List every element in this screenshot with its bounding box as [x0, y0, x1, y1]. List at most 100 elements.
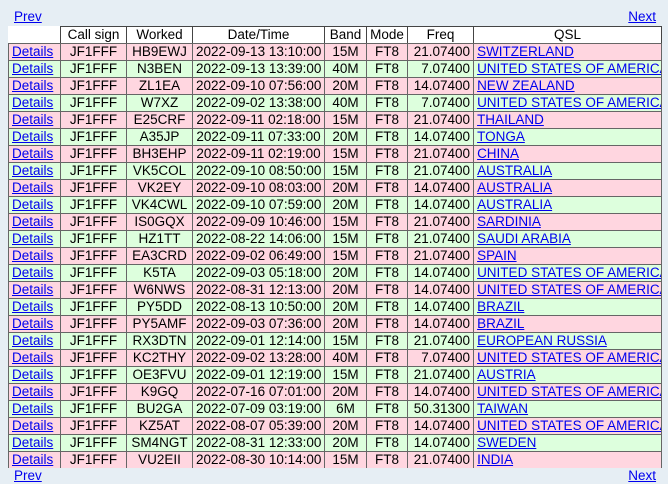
qsl-link[interactable]: EUROPEAN RUSSIA	[477, 333, 607, 348]
details-link[interactable]: Details	[12, 316, 53, 331]
cell-call-sign: JF1FFF	[60, 298, 127, 315]
qsl-link[interactable]: THAILAND	[477, 112, 544, 127]
details-link[interactable]: Details	[12, 44, 53, 59]
cell-call-sign: JF1FFF	[60, 111, 127, 128]
prev-link-bottom[interactable]: Prev	[14, 468, 42, 483]
table-row: Details JF1FFF ZL1EA 2022-09-10 07:56:00 20M…	[8, 77, 663, 94]
cell-qsl: THAILAND	[473, 111, 663, 128]
cell-band: 15M	[324, 366, 367, 383]
cell-call-sign: JF1FFF	[60, 400, 127, 417]
table-row: Details JF1FFF OE3FVU 2022-09-01 12:19:00 15…	[8, 366, 663, 383]
details-link[interactable]: Details	[12, 112, 53, 127]
qsl-link[interactable]: UNITED STATES OF AMERICA	[477, 282, 661, 297]
details-link[interactable]: Details	[12, 231, 53, 246]
header-mode: Mode	[366, 26, 408, 43]
qsl-link[interactable]: CHINA	[477, 146, 519, 161]
cell-datetime: 2022-08-31 12:13:00	[192, 281, 325, 298]
details-link[interactable]: Details	[12, 248, 53, 263]
qsl-link[interactable]: UNITED STATES OF AMERICA	[477, 384, 661, 399]
cell-worked: K9GQ	[126, 383, 193, 400]
cell-datetime: 2022-08-31 12:33:00	[192, 434, 325, 451]
details-link[interactable]: Details	[12, 435, 53, 450]
details-link[interactable]: Details	[12, 418, 53, 433]
next-link-top[interactable]: Next	[628, 9, 656, 24]
qsl-link[interactable]: AUSTRALIA	[477, 197, 552, 212]
details-link[interactable]: Details	[12, 214, 53, 229]
details-link[interactable]: Details	[12, 61, 53, 76]
details-link[interactable]: Details	[12, 452, 53, 467]
qsl-link[interactable]: SAUDI ARABIA	[477, 231, 571, 246]
cell-band: 20M	[324, 281, 367, 298]
cell-qsl: UNITED STATES OF AMERICA	[473, 264, 663, 281]
cell-worked: PY5DD	[126, 298, 193, 315]
qsl-link[interactable]: UNITED STATES OF AMERICA	[477, 95, 661, 110]
cell-mode: FT8	[366, 264, 408, 281]
details-link[interactable]: Details	[12, 129, 53, 144]
cell-details: Details	[8, 298, 60, 315]
details-link[interactable]: Details	[12, 78, 53, 93]
details-link[interactable]: Details	[12, 163, 53, 178]
cell-mode: FT8	[366, 179, 408, 196]
details-link[interactable]: Details	[12, 299, 53, 314]
qsl-link[interactable]: SWEDEN	[477, 435, 536, 450]
qsl-link[interactable]: SARDINIA	[477, 214, 541, 229]
cell-worked: VK2EY	[126, 179, 193, 196]
next-link-bottom[interactable]: Next	[628, 468, 656, 483]
header-datetime: Date/Time	[192, 26, 325, 43]
cell-qsl: INDIA	[473, 451, 663, 468]
qsl-link[interactable]: BRAZIL	[477, 299, 524, 314]
cell-qsl: AUSTRALIA	[473, 162, 663, 179]
details-link[interactable]: Details	[12, 384, 53, 399]
qsl-link[interactable]: UNITED STATES OF AMERICA	[477, 61, 661, 76]
cell-freq: 14.07400	[407, 315, 474, 332]
cell-band: 15M	[324, 111, 367, 128]
cell-band: 15M	[324, 230, 367, 247]
cell-call-sign: JF1FFF	[60, 77, 127, 94]
qsl-link[interactable]: AUSTRALIA	[477, 180, 552, 195]
details-link[interactable]: Details	[12, 282, 53, 297]
table-row: Details JF1FFF BU2GA 2022-07-09 03:19:00 6M F…	[8, 400, 663, 417]
qsl-link[interactable]: TONGA	[477, 129, 525, 144]
details-link[interactable]: Details	[12, 95, 53, 110]
qsl-link[interactable]: SPAIN	[477, 248, 517, 263]
cell-freq: 21.07400	[407, 43, 474, 60]
header-blank	[8, 26, 60, 43]
qsl-link[interactable]: UNITED STATES OF AMERICA	[477, 418, 661, 433]
qsl-link[interactable]: UNITED STATES OF AMERICA	[477, 265, 661, 280]
details-link[interactable]: Details	[12, 180, 53, 195]
table-row: Details JF1FFF K5TA 2022-09-03 05:18:00 20M F…	[8, 264, 663, 281]
table-row: Details JF1FFF K9GQ 2022-07-16 07:01:00 20M F…	[8, 383, 663, 400]
details-link[interactable]: Details	[12, 146, 53, 161]
qsl-link[interactable]: AUSTRIA	[477, 367, 536, 382]
details-link[interactable]: Details	[12, 367, 53, 382]
prev-link-top[interactable]: Prev	[14, 9, 42, 24]
cell-call-sign: JF1FFF	[60, 94, 127, 111]
header-freq: Freq	[407, 26, 474, 43]
qso-table: Prev Next Call sign Worked Date/Time Ban…	[8, 8, 663, 484]
cell-call-sign: JF1FFF	[60, 417, 127, 434]
cell-freq: 21.07400	[407, 213, 474, 230]
qsl-link[interactable]: SWITZERLAND	[477, 44, 574, 59]
qsl-link[interactable]: AUSTRALIA	[477, 163, 552, 178]
cell-worked: VU2EII	[126, 451, 193, 468]
qsl-link[interactable]: NEW ZEALAND	[477, 78, 575, 93]
cell-details: Details	[8, 94, 60, 111]
cell-details: Details	[8, 43, 60, 60]
cell-freq: 14.07400	[407, 281, 474, 298]
cell-details: Details	[8, 451, 60, 468]
cell-mode: FT8	[366, 196, 408, 213]
cell-details: Details	[8, 349, 60, 366]
details-link[interactable]: Details	[12, 350, 53, 365]
details-link[interactable]: Details	[12, 401, 53, 416]
table-row: Details JF1FFF KC2THY 2022-09-02 13:28:00 40…	[8, 349, 663, 366]
cell-call-sign: JF1FFF	[60, 162, 127, 179]
details-link[interactable]: Details	[12, 197, 53, 212]
qsl-link[interactable]: INDIA	[477, 452, 513, 467]
cell-mode: FT8	[366, 94, 408, 111]
qsl-link[interactable]: TAIWAN	[477, 401, 528, 416]
qsl-link[interactable]: BRAZIL	[477, 316, 524, 331]
details-link[interactable]: Details	[12, 265, 53, 280]
qsl-link[interactable]: UNITED STATES OF AMERICA	[477, 350, 661, 365]
details-link[interactable]: Details	[12, 333, 53, 348]
cell-datetime: 2022-08-30 10:14:00	[192, 451, 325, 468]
